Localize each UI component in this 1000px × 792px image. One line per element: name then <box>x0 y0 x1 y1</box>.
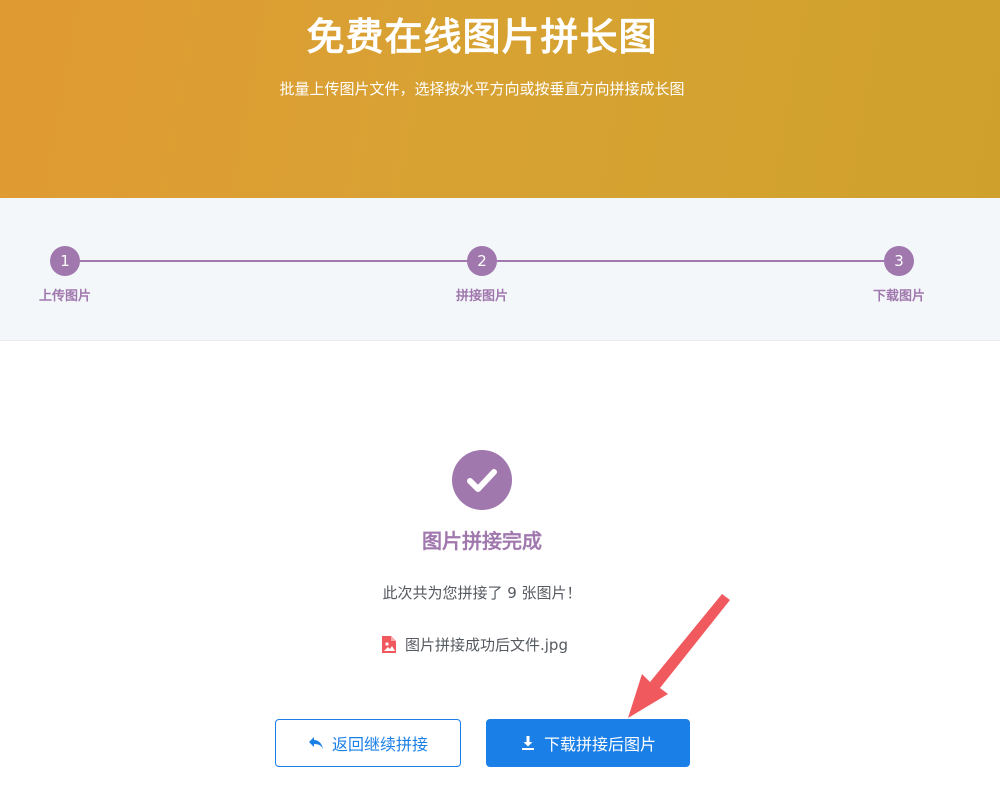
result-file[interactable]: 图片拼接成功后文件.jpg <box>381 633 568 655</box>
step-connector-1-2 <box>80 260 468 262</box>
back-continue-label: 返回继续拼接 <box>331 735 428 754</box>
step-2-circle: 2 <box>467 246 497 276</box>
download-label: 下载拼接后图片 <box>543 735 656 754</box>
completion-title: 图片拼接完成 <box>422 529 542 553</box>
undo-icon <box>308 737 323 749</box>
page-subtitle: 批量上传图片文件，选择按水平方向或按垂直方向拼接成长图 <box>279 80 685 98</box>
step-connector-2-3 <box>497 260 885 262</box>
completion-summary: 此次共为您拼接了 9 张图片！ <box>382 584 582 602</box>
step-1-circle: 1 <box>50 246 80 276</box>
page-title: 免费在线图片拼长图 <box>306 15 658 59</box>
step-3-label: 下载图片 <box>872 289 925 304</box>
arrow-pointer <box>628 594 730 718</box>
step-3-circle: 3 <box>884 246 914 276</box>
step-2-label: 拼接图片 <box>455 289 508 304</box>
hero-banner: 免费在线图片拼长图 批量上传图片文件，选择按水平方向或按垂直方向拼接成长图 <box>0 0 1000 198</box>
back-continue-button[interactable]: 返回继续拼接 <box>275 719 461 767</box>
progress-steps: 1 上传图片 2 拼接图片 3 下载图片 <box>0 198 1000 341</box>
result-file-name: 图片拼接成功后文件.jpg <box>405 635 568 654</box>
download-icon <box>521 736 534 750</box>
step-1-label: 上传图片 <box>38 289 91 304</box>
check-icon <box>452 450 512 510</box>
image-file-icon <box>382 635 396 653</box>
